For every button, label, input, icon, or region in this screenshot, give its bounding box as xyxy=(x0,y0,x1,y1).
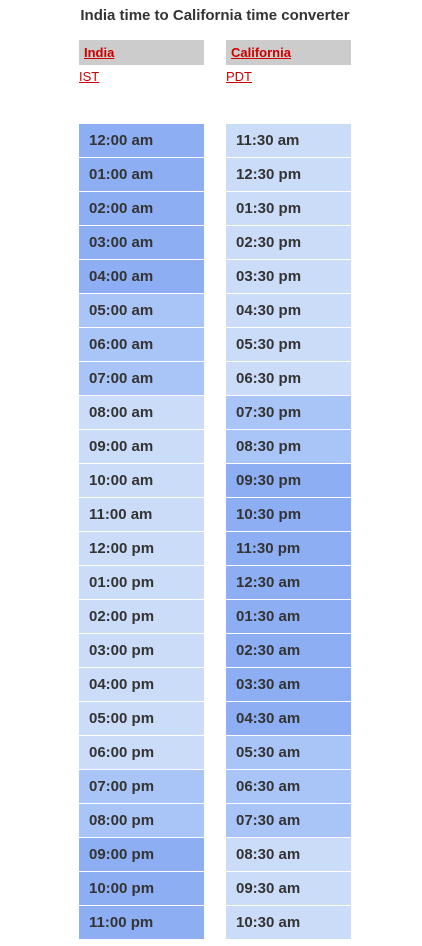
california-header-cell: California xyxy=(226,40,351,65)
california-time-row: 10:30 pm xyxy=(226,498,351,532)
india-time-row: 12:00 pm xyxy=(79,532,204,566)
california-time-row: 12:30 pm xyxy=(226,158,351,192)
california-time-row: 05:30 pm xyxy=(226,328,351,362)
california-time-row: 02:30 am xyxy=(226,634,351,668)
india-time-list: 12:00 am 01:00 am 02:00 am 03:00 am 04:00 am… xyxy=(79,124,204,940)
california-time-row: 02:30 pm xyxy=(226,226,351,260)
california-time-row: 08:30 pm xyxy=(226,430,351,464)
california-time-row: 04:30 pm xyxy=(226,294,351,328)
india-time-row: 04:00 am xyxy=(79,260,204,294)
india-time-row: 03:00 pm xyxy=(79,634,204,668)
india-time-row: 01:00 am xyxy=(79,158,204,192)
india-time-row: 03:00 am xyxy=(79,226,204,260)
india-time-row: 10:00 pm xyxy=(79,872,204,906)
california-time-row: 03:30 pm xyxy=(226,260,351,294)
california-time-row: 09:30 am xyxy=(226,872,351,906)
california-time-row: 11:30 pm xyxy=(226,532,351,566)
california-time-row: 07:30 pm xyxy=(226,396,351,430)
india-time-row: 06:00 pm xyxy=(79,736,204,770)
ist-timezone-link[interactable]: IST xyxy=(79,68,99,85)
india-time-row: 08:00 pm xyxy=(79,804,204,838)
california-time-list: 11:30 am 12:30 pm 01:30 pm 02:30 pm 03:30 pm… xyxy=(226,124,351,940)
india-time-row: 09:00 am xyxy=(79,430,204,464)
california-time-row: 07:30 am xyxy=(226,804,351,838)
california-time-row: 09:30 pm xyxy=(226,464,351,498)
india-time-row: 07:00 pm xyxy=(79,770,204,804)
india-time-row: 02:00 am xyxy=(79,192,204,226)
india-time-row: 06:00 am xyxy=(79,328,204,362)
india-time-row: 08:00 am xyxy=(79,396,204,430)
india-time-row: 11:00 pm xyxy=(79,906,204,940)
california-time-row: 01:30 am xyxy=(226,600,351,634)
india-time-row: 05:00 am xyxy=(79,294,204,328)
california-time-row: 11:30 am xyxy=(226,124,351,158)
california-time-row: 03:30 am xyxy=(226,668,351,702)
california-time-row: 06:30 am xyxy=(226,770,351,804)
california-time-row: 05:30 am xyxy=(226,736,351,770)
california-time-row: 12:30 am xyxy=(226,566,351,600)
india-time-row: 01:00 pm xyxy=(79,566,204,600)
india-time-row: 05:00 pm xyxy=(79,702,204,736)
india-time-row: 07:00 am xyxy=(79,362,204,396)
california-time-row: 01:30 pm xyxy=(226,192,351,226)
pdt-timezone-link[interactable]: PDT xyxy=(226,68,252,85)
india-time-row: 10:00 am xyxy=(79,464,204,498)
california-time-row: 06:30 pm xyxy=(226,362,351,396)
california-time-row: 04:30 am xyxy=(226,702,351,736)
india-time-row: 09:00 pm xyxy=(79,838,204,872)
india-time-row: 11:00 am xyxy=(79,498,204,532)
india-time-row: 12:00 am xyxy=(79,124,204,158)
california-time-row: 10:30 am xyxy=(226,906,351,940)
page-title: India time to California time converter xyxy=(80,7,350,24)
india-header-link[interactable]: India xyxy=(84,44,114,61)
india-time-row: 04:00 pm xyxy=(79,668,204,702)
india-time-row: 02:00 pm xyxy=(79,600,204,634)
california-header-link[interactable]: California xyxy=(231,44,291,61)
california-time-row: 08:30 am xyxy=(226,838,351,872)
india-header-cell: India xyxy=(79,40,204,65)
